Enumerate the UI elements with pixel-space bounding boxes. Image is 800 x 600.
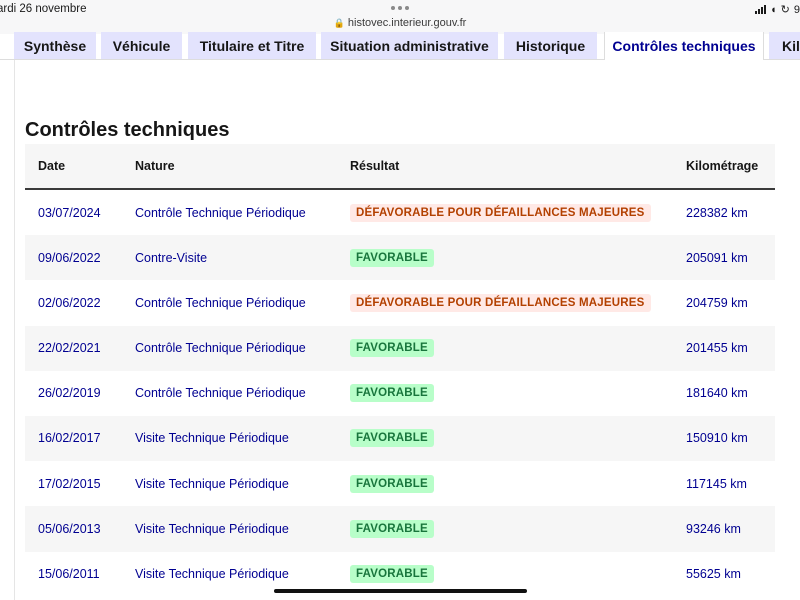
cell-nature: Contrôle Technique Périodique (135, 341, 306, 356)
column-header-km: Kilométrage (686, 159, 759, 173)
table-row: 17/02/2015 Visite Technique Périodique F… (25, 461, 775, 506)
status-badge: DÉFAVORABLE POUR DÉFAILLANCES MAJEURES (350, 293, 651, 312)
cell-date: 09/06/2022 (38, 250, 101, 265)
address-bar[interactable]: 🔒 histovec.interieur.gouv.fr (0, 17, 800, 29)
cell-result: DÉFAVORABLE POUR DÉFAILLANCES MAJEURES (350, 280, 651, 325)
status-date: ardi 26 novembre (0, 3, 87, 15)
tab-historique[interactable]: Historique (504, 32, 597, 60)
status-badge: FAVORABLE (350, 339, 434, 358)
status-badge: FAVORABLE (350, 519, 434, 538)
cell-km: 201455 km (686, 341, 748, 356)
status-badge: DÉFAVORABLE POUR DÉFAILLANCES MAJEURES (350, 203, 651, 222)
cell-result: FAVORABLE (350, 371, 434, 416)
table-row: 09/06/2022 Contre-Visite FAVORABLE 20509… (25, 235, 775, 281)
cell-km: 204759 km (686, 295, 748, 310)
signal-icon (755, 5, 766, 14)
cell-km: 205091 km (686, 250, 748, 265)
rotation-lock-icon: ↻ (780, 4, 790, 16)
table-header: Date Nature Résultat Kilométrage (25, 144, 775, 190)
status-badge: FAVORABLE (350, 429, 434, 448)
cell-nature: Contrôle Technique Périodique (135, 295, 306, 310)
tab-synthese[interactable]: Synthèse (14, 32, 96, 60)
cell-date: 05/06/2013 (38, 521, 101, 536)
status-badge: FAVORABLE (350, 248, 434, 267)
divider (764, 59, 800, 60)
cell-date: 03/07/2024 (38, 205, 101, 220)
cell-nature: Contrôle Technique Périodique (135, 386, 306, 401)
cell-km: 93246 km (686, 521, 741, 536)
cell-km: 228382 km (686, 205, 748, 220)
cell-date: 17/02/2015 (38, 476, 101, 491)
cell-nature: Visite Technique Périodique (135, 476, 289, 491)
section-title: Contrôles techniques (25, 119, 230, 141)
cell-km: 181640 km (686, 386, 748, 401)
cell-result: FAVORABLE (350, 235, 434, 280)
more-dots-icon[interactable] (391, 6, 409, 10)
status-badge: FAVORABLE (350, 474, 434, 493)
cell-date: 16/02/2017 (38, 431, 101, 446)
table-row: 02/06/2022 Contrôle Technique Périodique… (25, 280, 775, 325)
column-header-result: Résultat (350, 159, 400, 173)
cell-date: 15/06/2011 (38, 567, 100, 581)
table-row: 26/02/2019 Contrôle Technique Périodique… (25, 371, 775, 416)
table-row: 16/02/2017 Visite Technique Périodique F… (25, 415, 775, 462)
status-badge: FAVORABLE (350, 384, 434, 403)
tab-bar: Synthèse Véhicule Titulaire et Titre Sit… (0, 32, 800, 60)
cell-km: 117145 km (686, 476, 747, 491)
cell-result: FAVORABLE (350, 506, 434, 551)
table-row: 03/07/2024 Contrôle Technique Périodique… (25, 190, 775, 235)
cell-nature: Contrôle Technique Périodique (135, 205, 306, 220)
status-badge: FAVORABLE (350, 565, 434, 583)
cell-km: 150910 km (686, 431, 748, 446)
battery-text: 9 (793, 3, 800, 16)
wifi-icon: ◖ (770, 3, 777, 16)
cell-result: DÉFAVORABLE POUR DÉFAILLANCES MAJEURES (350, 190, 651, 235)
status-icons: ◖ ↻ 9 (755, 3, 800, 16)
tab-vehicule[interactable]: Véhicule (101, 32, 182, 60)
cell-nature: Contre-Visite (135, 250, 208, 265)
cell-result: FAVORABLE (350, 326, 434, 371)
controles-table: Date Nature Résultat Kilométrage 03/07/2… (25, 144, 775, 597)
table-row: 05/06/2013 Visite Technique Périodique F… (25, 506, 775, 552)
tab-kilometrage[interactable]: Kilo (769, 32, 800, 60)
cell-date: 02/06/2022 (38, 295, 101, 310)
cell-nature: Visite Technique Périodique (135, 521, 289, 536)
tab-controles-techniques[interactable]: Contrôles techniques (604, 32, 764, 60)
cell-nature: Visite Technique Périodique (135, 567, 289, 581)
home-indicator[interactable] (274, 589, 527, 593)
status-bar: ardi 26 novembre 🔒 histovec.interieur.gou… (0, 0, 800, 34)
cell-km: 55625 km (686, 567, 741, 581)
url-text: histovec.interieur.gouv.fr (347, 17, 467, 29)
lock-icon: 🔒 (333, 18, 345, 28)
panel-border (14, 60, 15, 600)
column-header-date: Date (38, 159, 66, 173)
cell-result: FAVORABLE (350, 416, 434, 461)
tab-titulaire[interactable]: Titulaire et Titre (188, 32, 316, 60)
cell-result: FAVORABLE (350, 461, 434, 506)
tab-situation-administrative[interactable]: Situation administrative (321, 32, 498, 60)
cell-nature: Visite Technique Périodique (135, 431, 289, 446)
cell-date: 22/02/2021 (38, 341, 101, 356)
column-header-nature: Nature (135, 159, 175, 173)
table-row: 22/02/2021 Contrôle Technique Périodique… (25, 325, 775, 371)
cell-date: 26/02/2019 (38, 386, 101, 401)
divider (0, 59, 604, 60)
